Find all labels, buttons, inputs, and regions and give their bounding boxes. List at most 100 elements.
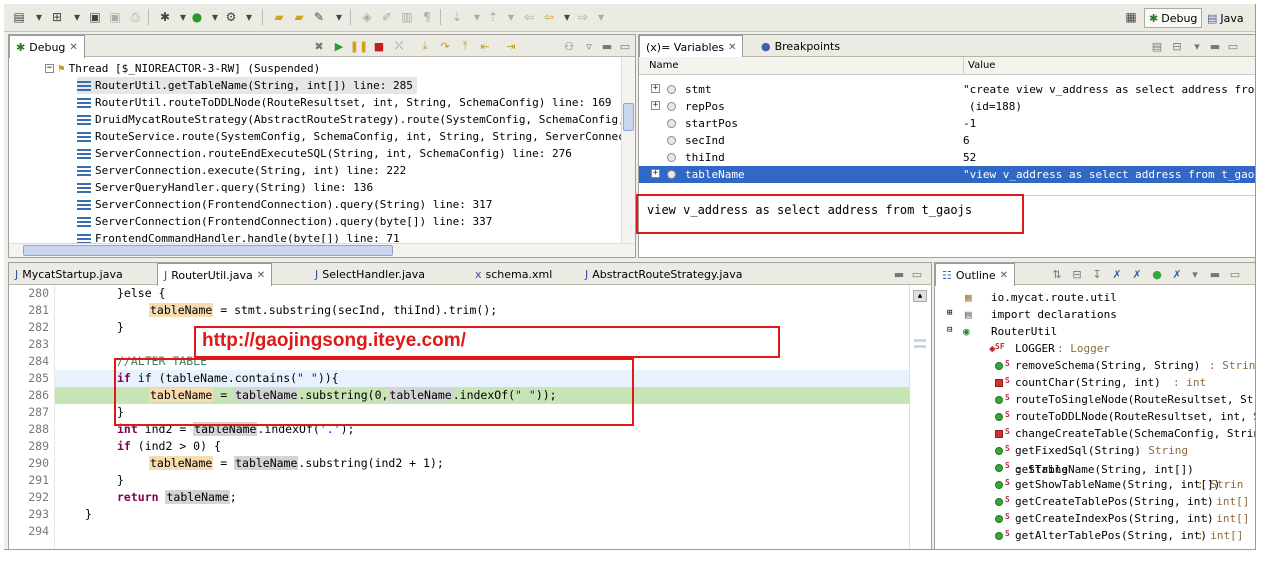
use-step-filters-icon[interactable]: ⇥ (503, 38, 519, 54)
scroll-thumb[interactable] (23, 245, 393, 256)
run-icon[interactable]: ● (188, 8, 206, 26)
sort-icon[interactable]: ⇅ (1049, 266, 1065, 282)
outline-method[interactable]: SchangeCreateTable(SchemaConfig, String, (935, 425, 1255, 442)
variable-row-selected[interactable]: + tableName "view v_address as select ad… (639, 166, 1255, 183)
outline-method-selected[interactable]: SgetTableName(String, int[]) : String (935, 459, 1255, 476)
toggle-mark-icon[interactable]: ◈ (358, 8, 376, 26)
last-edit-icon[interactable]: ⇦ (520, 8, 538, 26)
show-whitespace-icon[interactable]: ¶ (418, 8, 436, 26)
show-type-names-icon[interactable]: ▤ (1149, 38, 1165, 54)
remove-terminated-icon[interactable]: ✖ (311, 38, 327, 54)
tab-mycatstartup[interactable]: J MycatStartup.java (9, 263, 129, 285)
chevron-down-icon[interactable]: ▿ (581, 38, 597, 54)
forward-icon[interactable]: ⇨ (574, 8, 592, 26)
dropdown-icon[interactable]: ▾ (592, 8, 610, 26)
close-icon[interactable]: ✕ (728, 42, 736, 53)
tab-schema-xml[interactable]: x schema.xml (469, 263, 558, 285)
maximize-icon[interactable]: ▭ (1225, 38, 1241, 54)
suspend-icon[interactable]: ❚❚ (350, 38, 368, 54)
outline-class[interactable]: ⊟ ◉ RouterUtil (935, 323, 1255, 340)
stack-frame-row[interactable]: ServerConnection(FrontendConnection).que… (77, 213, 492, 230)
expand-icon[interactable]: + (651, 169, 660, 178)
maximize-icon[interactable]: ▭ (617, 38, 633, 54)
perspective-java[interactable]: ▤ Java (1202, 8, 1249, 28)
collapse-icon[interactable]: ⊟ (947, 325, 952, 335)
tab-breakpoints[interactable]: ● Breakpoints (755, 35, 846, 57)
expand-icon[interactable]: + (651, 84, 660, 93)
outline-package[interactable]: ▦ io.mycat.route.util (935, 289, 1255, 306)
search-icon[interactable]: ✎ (310, 8, 328, 26)
scroll-up-icon[interactable]: ▴ (913, 290, 927, 302)
outline-method[interactable]: SremoveSchema(String, String) : String (935, 357, 1255, 374)
tab-selecthandler[interactable]: J SelectHandler.java (309, 263, 431, 285)
maximize-icon[interactable]: ▭ (909, 266, 925, 282)
expand-icon[interactable]: + (651, 101, 660, 110)
annotation-icon[interactable]: ✐ (378, 8, 396, 26)
new-icon[interactable]: ▤ (10, 8, 28, 26)
minimize-icon[interactable]: ▬ (599, 38, 615, 54)
view-menu-icon[interactable]: ▾ (1187, 266, 1203, 282)
outline-method[interactable]: SrouteToSingleNode(RouteResultset, Strin (935, 391, 1255, 408)
new-package-icon[interactable]: ⊞ (48, 8, 66, 26)
collapse-all-icon[interactable]: ⊟ (1069, 266, 1085, 282)
dropdown-icon[interactable]: ▾ (240, 8, 258, 26)
external-tools-icon[interactable]: ⚙ (222, 8, 240, 26)
open-folder-icon[interactable]: ▰ (270, 8, 288, 26)
column-value[interactable]: Value (963, 57, 995, 74)
dropdown-icon[interactable]: ▾ (68, 8, 86, 26)
column-name[interactable]: Name (649, 60, 679, 71)
collapse-all-icon[interactable]: ⊟ (1169, 38, 1185, 54)
stack-frame-row[interactable]: ServerConnection.routeEndExecuteSQL(Stri… (77, 145, 572, 162)
hide-static-icon[interactable]: ✗ (1129, 266, 1145, 282)
stack-frame-row[interactable]: DruidMycatRouteStrategy(AbstractRouteStr… (77, 111, 621, 128)
open-perspective-icon[interactable]: ▦ (1122, 8, 1140, 26)
variable-row[interactable]: + stmt "create view v_address as select … (639, 81, 1255, 98)
outline-method[interactable]: ScountChar(String, int) : int (935, 374, 1255, 391)
save-icon[interactable]: ▣ (86, 8, 104, 26)
outline-method[interactable]: SgetShowTableName(String, int[]) : Strin (935, 476, 1255, 493)
outline-method[interactable]: SgetFixedSql(String) : String (935, 442, 1255, 459)
step-over-icon[interactable]: ↷ (437, 38, 453, 54)
prev-annotation-icon[interactable]: ⇡ (484, 8, 502, 26)
disconnect-icon[interactable]: ⤫ (391, 38, 407, 54)
outline-method[interactable]: SgetAlterTablePos(String, int) : int[] (935, 527, 1255, 544)
stack-frame-row[interactable]: ServerConnection(FrontendConnection).que… (77, 196, 492, 213)
stack-frame-row-selected[interactable]: RouterUtil.getTableName(String, int[]) l… (77, 77, 417, 94)
stack-frame-row[interactable]: FrontendCommandHandler.handle(byte[]) li… (77, 230, 400, 243)
expand-icon[interactable]: ⊞ (947, 308, 952, 318)
scroll-thumb[interactable] (623, 103, 634, 131)
stack-frame-row[interactable]: ServerQueryHandler.query(String) line: 1… (77, 179, 373, 196)
close-icon[interactable]: ✕ (257, 270, 265, 281)
perspective-debug[interactable]: ✱ Debug (1144, 8, 1203, 28)
maximize-icon[interactable]: ▭ (1227, 266, 1243, 282)
tab-routerutil[interactable]: J RouterUtil.java ✕ (157, 263, 273, 286)
thread-row[interactable]: − ⚑ Thread [$_NIOREACTOR-3-RW] (Suspende… (45, 60, 320, 77)
tab-abstractroutestrategy[interactable]: J AbstractRouteStrategy.java (579, 263, 748, 285)
minimize-icon[interactable]: ▬ (1207, 266, 1223, 282)
print-icon[interactable]: ⎙ (126, 8, 144, 26)
debug-bug-icon[interactable]: ✱ (156, 8, 174, 26)
variable-row[interactable]: startPos -1 (639, 115, 1255, 132)
close-icon[interactable]: ✕ (1000, 270, 1008, 281)
occurrence-marker[interactable] (914, 339, 926, 342)
outline-field[interactable]: ◆ SF LOGGER : Logger (935, 340, 1255, 357)
variable-row[interactable]: secInd 6 (639, 132, 1255, 149)
back-icon[interactable]: ⇦ (540, 8, 558, 26)
tab-outline[interactable]: ☷ Outline ✕ (935, 263, 1016, 286)
outline-method[interactable]: SgetCreateIndexPos(String, int) : int[] (935, 510, 1255, 527)
terminate-icon[interactable]: ■ (371, 38, 387, 54)
tab-variables[interactable]: (x)= Variables ✕ (639, 35, 744, 58)
variable-row[interactable]: + repPos (id=188) (639, 98, 1255, 115)
outline-method[interactable]: SrouteToDDLNode(RouteResultset, int, Str (935, 408, 1255, 425)
step-into-icon[interactable]: ⤓ (417, 38, 433, 54)
stack-frame-row[interactable]: ServerConnection.execute(String, int) li… (77, 162, 406, 179)
overview-ruler[interactable]: ▴ (909, 285, 931, 549)
minimize-icon[interactable]: ▬ (1207, 38, 1223, 54)
block-icon[interactable]: ▥ (398, 8, 416, 26)
stack-frame-row[interactable]: RouteService.route(SystemConfig, SchemaC… (77, 128, 621, 145)
hide-nonpublic-icon[interactable]: ● (1149, 266, 1165, 282)
tab-debug[interactable]: ✱ Debug ✕ (9, 35, 85, 58)
step-return-icon[interactable]: ⤒ (457, 38, 473, 54)
view-menu-icon[interactable]: ▾ (1189, 38, 1205, 54)
next-annotation-icon[interactable]: ⇣ (448, 8, 466, 26)
